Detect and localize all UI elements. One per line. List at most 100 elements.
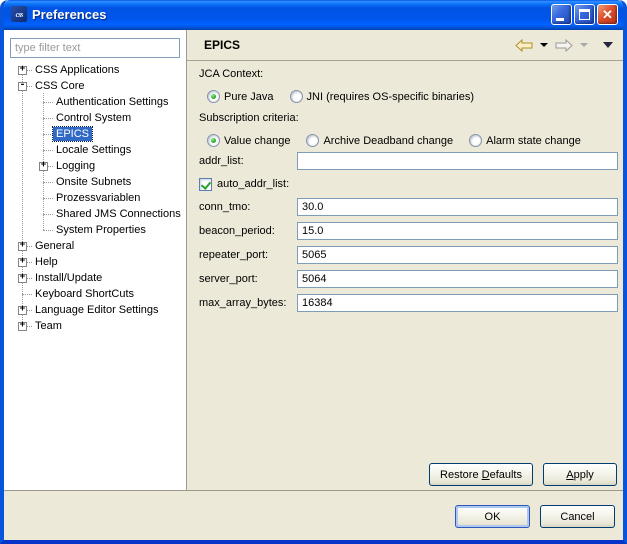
radio-icon[interactable] bbox=[207, 90, 220, 103]
tree-item-css-core[interactable]: -CSS Core bbox=[4, 78, 186, 94]
button-label: efaults bbox=[490, 469, 522, 481]
tree-item-epics[interactable]: EPICS bbox=[4, 126, 186, 142]
expand-icon[interactable]: + bbox=[18, 322, 27, 331]
radio-label: Value change bbox=[224, 135, 290, 147]
auto-addr-list-label: auto_addr_list: bbox=[217, 178, 289, 190]
tree-item-label: CSS Core bbox=[32, 79, 88, 93]
beacon-period-label: beacon_period: bbox=[199, 225, 297, 237]
tree-item-label: Help bbox=[32, 255, 61, 269]
tree-item-label: Onsite Subnets bbox=[53, 175, 134, 189]
server-port-input[interactable] bbox=[297, 270, 618, 288]
conn-tmo-input[interactable] bbox=[297, 198, 618, 216]
expand-icon[interactable]: + bbox=[18, 66, 27, 75]
maximize-icon bbox=[579, 9, 590, 20]
page-navigation bbox=[515, 39, 613, 52]
expand-icon[interactable]: + bbox=[39, 162, 48, 171]
tree-item-locale-settings[interactable]: Locale Settings bbox=[4, 142, 186, 158]
tree-item-label: Language Editor Settings bbox=[32, 303, 162, 317]
expand-icon[interactable]: + bbox=[18, 274, 27, 283]
app-icon: css bbox=[11, 6, 27, 22]
tree-item-control-system[interactable]: Control System bbox=[4, 110, 186, 126]
radio-jni[interactable]: JNI (requires OS-specific binaries) bbox=[290, 90, 475, 103]
tree-item-label: Authentication Settings bbox=[53, 95, 172, 109]
radio-label: Archive Deadband change bbox=[323, 135, 453, 147]
back-dropdown-icon[interactable] bbox=[540, 43, 548, 47]
server-port-row: server_port: bbox=[199, 270, 618, 288]
close-button[interactable]: ✕ bbox=[597, 4, 618, 25]
subscription-radio-group: Value change Archive Deadband change Ala… bbox=[207, 133, 618, 148]
epics-form: JCA Context: Pure Java JNI (requires OS-… bbox=[187, 61, 623, 318]
jca-context-radio-group: Pure Java JNI (requires OS-specific bina… bbox=[207, 89, 618, 104]
repeater-port-label: repeater_port: bbox=[199, 249, 297, 261]
radio-pure-java[interactable]: Pure Java bbox=[207, 90, 274, 103]
expand-icon[interactable]: + bbox=[18, 258, 27, 267]
tree-item-install-update[interactable]: + Install/Update bbox=[4, 270, 186, 286]
tree-item-label: General bbox=[32, 239, 77, 253]
tree-item-general[interactable]: + General bbox=[4, 238, 186, 254]
tree-item-language-editor-settings[interactable]: + Language Editor Settings bbox=[4, 302, 186, 318]
button-label: D bbox=[482, 469, 490, 481]
addr-list-input[interactable] bbox=[297, 152, 618, 170]
maximize-button[interactable] bbox=[574, 4, 595, 25]
tree-item-system-properties[interactable]: System Properties bbox=[4, 222, 186, 238]
tree-item-label: Shared JMS Connections bbox=[53, 207, 184, 221]
tree-item-label: Prozessvariablen bbox=[53, 191, 143, 205]
radio-alarm-state-change[interactable]: Alarm state change bbox=[469, 134, 581, 147]
tree-item-css-applications[interactable]: + CSS Applications bbox=[4, 62, 186, 78]
expand-icon[interactable]: + bbox=[18, 242, 27, 251]
tree-item-keyboard-shortcuts[interactable]: Keyboard ShortCuts bbox=[4, 286, 186, 302]
tree-item-label: EPICS bbox=[53, 127, 92, 141]
auto-addr-list-row[interactable]: auto_addr_list: bbox=[199, 176, 618, 192]
minimize-icon bbox=[556, 18, 564, 21]
title-bar[interactable]: css Preferences ✕ bbox=[4, 0, 623, 30]
tree-item-team[interactable]: + Team bbox=[4, 318, 186, 334]
beacon-period-row: beacon_period: bbox=[199, 222, 618, 240]
tree-item-onsite-subnets[interactable]: Onsite Subnets bbox=[4, 174, 186, 190]
subscription-criteria-label: Subscription criteria: bbox=[199, 112, 618, 125]
tree-item-label: CSS Applications bbox=[32, 63, 122, 77]
tree-item-label: Team bbox=[32, 319, 65, 333]
forward-dropdown-icon[interactable] bbox=[580, 43, 588, 47]
radio-icon[interactable] bbox=[290, 90, 303, 103]
button-label: A bbox=[566, 469, 573, 481]
beacon-period-input[interactable] bbox=[297, 222, 618, 240]
tree-item-shared-jms-connections[interactable]: Shared JMS Connections bbox=[4, 206, 186, 222]
cancel-button[interactable]: Cancel bbox=[540, 505, 615, 528]
apply-button[interactable]: Apply bbox=[543, 463, 617, 486]
checkbox-icon[interactable] bbox=[199, 178, 212, 191]
button-label: pply bbox=[574, 469, 594, 481]
collapse-icon[interactable]: - bbox=[18, 82, 27, 91]
tree-item-label: Control System bbox=[53, 111, 134, 125]
radio-icon[interactable] bbox=[207, 134, 220, 147]
minimize-button[interactable] bbox=[551, 4, 572, 25]
preferences-tree: + CSS Applications -CSS Core Authenticati… bbox=[4, 62, 186, 334]
radio-icon[interactable] bbox=[469, 134, 482, 147]
tree-item-logging[interactable]: + Logging bbox=[4, 158, 186, 174]
max-array-bytes-row: max_array_bytes: bbox=[199, 294, 618, 312]
expand-icon[interactable]: + bbox=[18, 306, 27, 315]
radio-label: JNI (requires OS-specific binaries) bbox=[307, 91, 475, 103]
window-title: Preferences bbox=[32, 7, 549, 22]
tree-item-prozessvariablen[interactable]: Prozessvariablen bbox=[4, 190, 186, 206]
tree-item-help[interactable]: + Help bbox=[4, 254, 186, 270]
forward-arrow-icon[interactable] bbox=[555, 39, 573, 52]
max-array-bytes-input[interactable] bbox=[297, 294, 618, 312]
addr-list-row: addr_list: bbox=[199, 152, 618, 170]
radio-archive-deadband-change[interactable]: Archive Deadband change bbox=[306, 134, 453, 147]
close-icon: ✕ bbox=[598, 5, 617, 24]
radio-value-change[interactable]: Value change bbox=[207, 134, 290, 147]
radio-icon[interactable] bbox=[306, 134, 319, 147]
tree-item-label: Logging bbox=[53, 159, 98, 173]
repeater-port-row: repeater_port: bbox=[199, 246, 618, 264]
back-arrow-icon[interactable] bbox=[515, 39, 533, 52]
dialog-content: + CSS Applications -CSS Core Authenticati… bbox=[4, 30, 623, 540]
view-menu-icon[interactable] bbox=[603, 42, 613, 48]
ok-button[interactable]: OK bbox=[455, 505, 530, 528]
tree-item-label: Install/Update bbox=[32, 271, 105, 285]
restore-defaults-button[interactable]: Restore Defaults bbox=[429, 463, 533, 486]
tree-item-authentication-settings[interactable]: Authentication Settings bbox=[4, 94, 186, 110]
repeater-port-input[interactable] bbox=[297, 246, 618, 264]
tree-item-label: System Properties bbox=[53, 223, 149, 237]
filter-input[interactable] bbox=[10, 38, 180, 58]
conn-tmo-label: conn_tmo: bbox=[199, 201, 297, 213]
